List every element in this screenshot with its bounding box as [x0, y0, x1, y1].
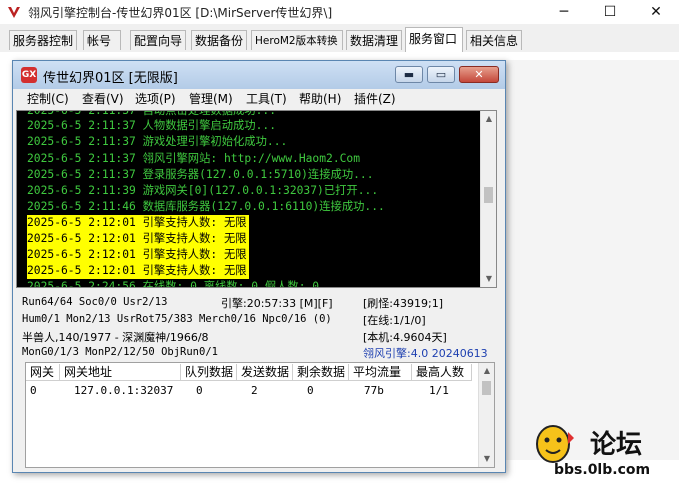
cell-max-users: 1/1 [429, 384, 449, 397]
column-header[interactable]: 队列数据 [181, 364, 237, 381]
menu-control[interactable]: 控制(C) [27, 90, 69, 107]
tab-label: 服务器控制 [13, 34, 74, 48]
log-line: 2025-6-5 2:11:39 游戏网关[0](127.0.0.1:32037… [27, 184, 379, 197]
menu-tools[interactable]: 工具(T) [246, 90, 287, 107]
column-header[interactable]: 平均流量 [349, 364, 412, 381]
tab-data-cleanup[interactable]: 数据清理 [346, 30, 402, 50]
child-window-title: 传世幻界01区 [无限版] [43, 71, 178, 86]
cell-queue-data: 0 [196, 384, 203, 397]
cell-gateway-address: 127.0.0.1:32037 [74, 384, 174, 397]
server-child-window: GX 传世幻界01区 [无限版] ▬ ▭ ✕ 控制(C) 查看(V) 选项(P)… [12, 60, 506, 473]
column-header[interactable]: 网关地址 [60, 364, 181, 381]
tab-related-info[interactable]: 相关信息 [466, 30, 522, 50]
forum-watermark: 论坛 bbs.0lb.com [520, 418, 670, 482]
tab-herom2-convert[interactable]: HeroM2版本转换 [251, 30, 343, 50]
menu-manage[interactable]: 管理(M) [189, 90, 233, 107]
column-header[interactable]: 最高人数 [412, 364, 472, 381]
status-machine: [本机:4.9604天] [363, 331, 447, 344]
log-line: 2025-6-5 2:11:37 人物数据引擎启动成功... [27, 119, 276, 132]
console-scrollbar[interactable]: ▲ ▼ [480, 111, 496, 287]
tab-label: 数据备份 [195, 34, 244, 48]
engine-version: 翎风引擎:4.0 20240613 [363, 347, 488, 360]
status-monster-refresh: [刷怪:43919;1] [363, 297, 443, 310]
status-online: [在线:1/1/0] [363, 314, 426, 327]
log-line-highlight: 2025-6-5 2:12:01 引擎支持人数: 无限 [27, 231, 249, 247]
cell-send-data: 2 [251, 384, 258, 397]
log-line: 2025-6-5 2:24:56 在线数: 0 离线数: 0 假人数: 0 [27, 280, 320, 288]
child-minimize-button[interactable]: ▬ [395, 66, 423, 83]
log-line: 2025-6-5 2:11:37 登录服务器(127.0.0.1:5710)连接… [27, 168, 374, 181]
log-line: 2025-6-5 2:11:37 游戏处理引擎初始化成功... [27, 135, 288, 148]
column-header[interactable]: 网关 [26, 364, 60, 381]
scroll-down-arrow-icon[interactable]: ▼ [479, 451, 494, 467]
menu-help[interactable]: 帮助(H) [299, 90, 341, 107]
child-close-button[interactable]: ✕ [459, 66, 499, 83]
tab-config-wizard[interactable]: 配置向导 [130, 30, 186, 50]
minimize-icon: ▬ [403, 68, 415, 81]
scroll-up-arrow-icon[interactable]: ▲ [481, 111, 496, 127]
tab-label: 帐号 [87, 34, 112, 48]
cell-gateway-id: 0 [30, 384, 37, 397]
scroll-thumb[interactable] [484, 187, 493, 203]
log-line: 2025-6-5 2:11:46 数据库服务器(127.0.0.1:6110)连… [27, 200, 385, 213]
close-icon: ✕ [474, 68, 484, 81]
menu-plugins[interactable]: 插件(Z) [354, 90, 396, 107]
tab-label: 配置向导 [134, 34, 183, 48]
child-menubar: 控制(C) 查看(V) 选项(P) 管理(M) 工具(T) 帮助(H) 插件(Z… [13, 89, 505, 109]
cell-avg-traffic: 77b [364, 384, 384, 397]
status-engine-time: 引擎:20:57:33 [M][F] [221, 297, 333, 310]
child-title-bar[interactable]: GX 传世幻界01区 [无限版] ▬ ▭ ✕ [13, 61, 505, 89]
status-hum: Hum0/1 Mon2/13 UsrRot75/383 Merch0/16 Np… [22, 313, 332, 325]
child-maximize-button[interactable]: ▭ [427, 66, 455, 83]
tab-server-control[interactable]: 服务器控制 [9, 30, 77, 50]
watermark-title: 论坛 [590, 430, 643, 460]
tab-service-window[interactable]: 服务窗口 [405, 27, 463, 52]
tab-data-backup[interactable]: 数据备份 [191, 30, 247, 50]
log-line-highlight: 2025-6-5 2:12:01 引擎支持人数: 无限 [27, 263, 249, 279]
tab-account[interactable]: 帐号 [83, 30, 121, 50]
column-header[interactable]: 剩余数据 [293, 364, 349, 381]
status-monsters: 半兽人,140/1977 - 深渊魔神/1966/8 [22, 331, 209, 344]
log-console[interactable]: 2025-6-5 2:11:37 自动点击处理数据成功... 2025-6-5 … [16, 110, 497, 288]
status-mon-group: MonG0/1/3 MonP2/12/50 ObjRun0/1 [22, 346, 218, 358]
menu-options[interactable]: 选项(P) [135, 90, 176, 107]
minimize-icon: ─ [559, 4, 569, 20]
close-button[interactable]: ✕ [633, 0, 679, 24]
gateway-table[interactable]: 网关 网关地址 队列数据 发送数据 剩余数据 平均流量 最高人数 0 127.0… [25, 362, 495, 468]
minimize-button[interactable]: ─ [541, 0, 587, 24]
app-title-bar: 翎风引擎控制台-传世幻界01区 [D:\MirServer传世幻界\] ─ ☐ … [0, 0, 679, 25]
cell-remain-data: 0 [307, 384, 314, 397]
log-line-highlight: 2025-6-5 2:12:01 引擎支持人数: 无限 [27, 215, 249, 231]
maximize-icon: ☐ [603, 4, 617, 20]
log-line-highlight: 2025-6-5 2:12:01 引擎支持人数: 无限 [27, 247, 249, 263]
table-scrollbar[interactable]: ▲ ▼ [478, 363, 494, 467]
app-title: 翎风引擎控制台-传世幻界01区 [D:\MirServer传世幻界\] [28, 6, 333, 20]
maximize-button[interactable]: ☐ [587, 0, 633, 24]
tab-label: 相关信息 [470, 34, 519, 48]
maximize-icon: ▭ [435, 68, 447, 81]
tab-label: 服务窗口 [409, 32, 458, 46]
status-run: Run64/64 Soc0/0 Usr2/13 [22, 296, 168, 308]
tab-label: 数据清理 [350, 34, 399, 48]
watermark-url: bbs.0lb.com [554, 462, 651, 478]
close-icon: ✕ [650, 4, 662, 20]
column-header[interactable]: 发送数据 [237, 364, 293, 381]
game-server-icon: GX [21, 67, 37, 83]
log-line: 2025-6-5 2:11:37 翎风引擎网站: http://www.Haom… [27, 152, 361, 165]
main-tabbar: 服务器控制 帐号 配置向导 数据备份 HeroM2版本转换 数据清理 服务窗口 … [0, 24, 679, 53]
scroll-down-arrow-icon[interactable]: ▼ [481, 271, 496, 287]
app-logo-icon [8, 7, 20, 18]
scroll-thumb[interactable] [482, 381, 491, 395]
tab-label: HeroM2版本转换 [255, 35, 338, 47]
scroll-up-arrow-icon[interactable]: ▲ [479, 363, 494, 379]
menu-view[interactable]: 查看(V) [82, 90, 124, 107]
background-window-fragment [504, 60, 679, 460]
